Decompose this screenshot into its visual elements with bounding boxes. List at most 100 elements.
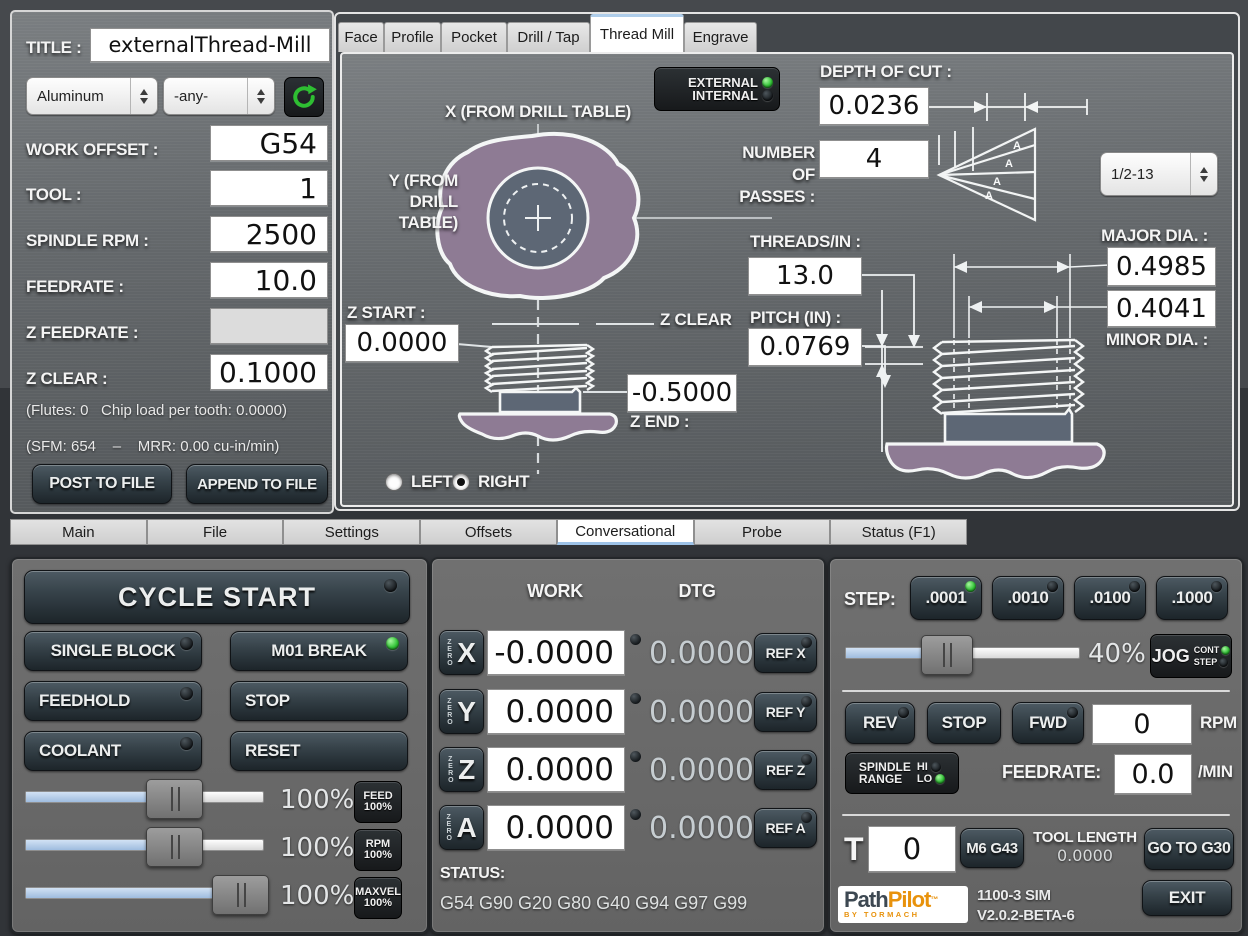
tab-thread-mill[interactable]: Thread Mill [590,14,684,52]
refresh-button[interactable] [284,77,324,117]
ref-a-button[interactable]: REF A [754,808,817,848]
spinner-arrows-icon[interactable] [1190,153,1217,195]
minor-dia-input[interactable]: 0.4041 [1107,290,1216,327]
divider [842,690,1230,692]
maxvel-override-slider[interactable] [25,887,264,899]
z-clear-input[interactable]: 0.1000 [210,354,328,390]
maxvel-override-handle[interactable] [212,875,269,915]
tab-settings[interactable]: Settings [283,519,420,545]
z-feedrate-input[interactable] [210,308,328,344]
zero-z-button[interactable]: ZERO Z [439,747,484,792]
spindle-rev-button[interactable]: REV [845,702,915,744]
tab-file[interactable]: File [147,519,284,545]
tab-profile[interactable]: Profile [384,22,441,52]
rpm-override-handle[interactable] [146,827,203,867]
spindle-feedrate-label: FEEDRATE: [1002,762,1101,783]
spindle-rpm-input[interactable]: 2500 [210,216,328,252]
z-work-dro[interactable]: 0.0000 [487,747,625,792]
left-hand-option[interactable]: LEFT [385,472,452,492]
title-input[interactable]: externalThread-Mill [90,28,330,62]
main-tab-bar: Main File Settings Offsets Conversationa… [10,519,967,545]
pitch-input[interactable]: 0.0769 [748,328,862,366]
m01-break-button[interactable]: M01 BREAK [230,631,408,671]
tab-offsets[interactable]: Offsets [420,519,557,545]
zero-y-button[interactable]: ZERO Y [439,689,484,734]
post-to-file-button[interactable]: POST TO FILE [32,464,172,504]
left-radio[interactable] [385,473,403,491]
jog-speed-handle[interactable] [921,635,973,675]
jog-cont-step-toggle[interactable]: JOG CONT STEP [1150,634,1232,678]
reset-button[interactable]: RESET [230,731,408,771]
threads-per-in-input[interactable]: 13.0 [748,257,862,295]
depth-of-cut-input[interactable]: 0.0236 [819,87,929,125]
tab-face[interactable]: Face [338,22,384,52]
tab-main[interactable]: Main [10,519,147,545]
tab-conversational[interactable]: Conversational [557,519,694,545]
single-block-led [180,637,193,650]
x-work-dro[interactable]: -0.0000 [487,630,625,675]
right-radio[interactable] [452,473,470,491]
coolant-button[interactable]: COOLANT [24,731,202,771]
cycle-start-button[interactable]: CYCLE START [24,570,410,624]
tool-filter-select[interactable]: -any- [163,77,275,115]
tool-input[interactable]: 1 [210,170,328,206]
y-from-drill-table-label: Y (FROM DRILL TABLE) [342,170,458,233]
rpm-override-slider[interactable] [25,839,264,851]
work-offset-input[interactable]: G54 [210,125,328,161]
z-clear-diagram-label: Z CLEAR [660,310,732,330]
step-0001-button[interactable]: .0001 [910,576,982,620]
spindle-rpm-readout: 0 [1092,704,1192,744]
append-to-file-button[interactable]: APPEND TO FILE [186,464,328,504]
step-1000-button[interactable]: .1000 [1156,576,1228,620]
step-0100-button[interactable]: .0100 [1074,576,1146,620]
zero-a-button[interactable]: ZERO A [439,805,484,850]
spindle-feedrate-readout: 0.0 [1114,754,1192,794]
spinner-arrows-icon[interactable] [130,78,157,114]
material-select[interactable]: Aluminum [26,77,158,115]
z-clear-label: Z CLEAR : [26,369,107,389]
spindle-range-toggle[interactable]: SPINDLE RANGE HI LO [845,752,959,794]
m6-g43-button[interactable]: M6 G43 [960,828,1024,868]
tab-drill-tap[interactable]: Drill / Tap [507,22,590,52]
z-end-label: Z END : [630,412,689,432]
work-column-header: WORK [527,581,583,602]
jog-speed-slider[interactable] [845,647,1080,659]
feed-override-handle[interactable] [146,779,203,819]
feedhold-button[interactable]: FEEDHOLD [24,681,202,721]
y-work-dro[interactable]: 0.0000 [487,689,625,734]
tool-length-value: 0.0000 [1030,846,1140,865]
spinner-arrows-icon[interactable] [247,78,274,114]
active-tool-input[interactable]: 0 [868,826,956,872]
number-of-passes-input[interactable]: 4 [819,140,929,178]
ref-y-button[interactable]: REF Y [754,692,817,732]
tab-engrave[interactable]: Engrave [684,22,757,52]
ref-z-button[interactable]: REF Z [754,750,817,790]
single-block-button[interactable]: SINGLE BLOCK [24,631,202,671]
tab-probe[interactable]: Probe [694,519,831,545]
step-0010-led [1047,581,1058,592]
tab-pocket[interactable]: Pocket [441,22,507,52]
bolt-shank [500,388,580,412]
major-dia-input[interactable]: 0.4985 [1107,247,1216,286]
machine-model: 1100-3 SIM [977,887,1051,904]
z-start-input[interactable]: 0.0000 [345,324,459,362]
go-to-g30-button[interactable]: GO TO G30 [1144,828,1234,870]
feed-100-button[interactable]: FEED 100% [354,781,402,823]
maxvel-100-button[interactable]: MAXVEL 100% [354,877,402,919]
a-work-dro[interactable]: 0.0000 [487,805,625,850]
exit-button[interactable]: EXIT [1142,880,1232,916]
z-end-input[interactable]: -0.5000 [627,374,737,412]
feed-override-slider[interactable] [25,791,264,803]
step-0010-button[interactable]: .0010 [992,576,1064,620]
ref-x-button[interactable]: REF X [754,633,817,673]
spindle-fwd-button[interactable]: FWD [1012,702,1084,744]
zero-x-button[interactable]: ZERO X [439,630,484,675]
thread-size-select[interactable]: 1/2-13 [1100,152,1218,196]
tab-status[interactable]: Status (F1) [830,519,967,545]
spindle-stop-button[interactable]: STOP [927,702,1001,744]
feedrate-input[interactable]: 10.0 [210,262,328,298]
rpm-100-button[interactable]: RPM 100% [354,829,402,871]
right-hand-option[interactable]: RIGHT [452,472,529,492]
stop-button[interactable]: STOP [230,681,408,721]
external-led [762,77,773,88]
